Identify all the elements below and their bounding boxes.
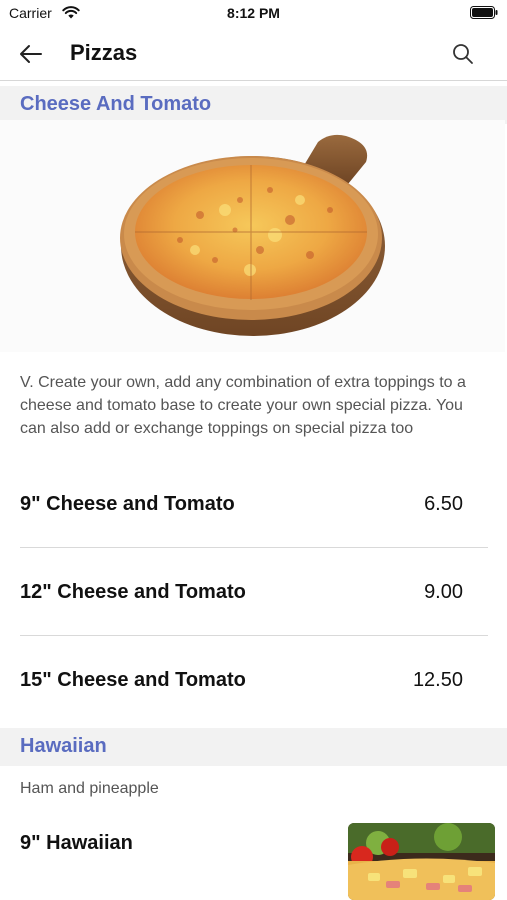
item-price: 9.00 [424,581,463,603]
page-title: Pizzas [70,40,138,65]
item-name: 9" Hawaiian [20,832,133,854]
menu-item-row[interactable]: 12" Cheese and Tomato 9.00 [20,548,488,636]
item-price: 12.50 [412,669,463,691]
search-icon [453,44,473,64]
navigation-bar: Pizzas [0,28,507,81]
section-description: V. Create your own, add any combination … [20,374,466,437]
back-button[interactable] [16,40,46,68]
status-time: 8:12 PM [227,5,280,21]
pizza-illustration [120,134,385,336]
search-button[interactable] [449,40,477,68]
battery-icon [470,6,498,19]
section-title: Hawaiian [20,735,107,757]
section-description: Ham and pineapple [20,780,159,797]
item-name: 9" Cheese and Tomato [20,493,235,515]
hawaiian-pizza-thumbnail [348,823,495,900]
item-name: 15" Cheese and Tomato [20,669,246,691]
menu-item-row[interactable]: 15" Cheese and Tomato 12.50 [20,636,488,724]
section-header-cheese-and-tomato: Cheese And Tomato [0,86,507,124]
section-header-hawaiian: Hawaiian [0,728,507,766]
status-bar: Carrier 8:12 PM [0,0,507,28]
arrow-left-icon [20,45,42,63]
cheese-pizza-photo [0,120,505,352]
hawaiian-pizza-photo [348,823,495,900]
menu-item-row[interactable]: 9" Cheese and Tomato 6.50 [20,460,488,548]
section-title: Cheese And Tomato [20,93,212,115]
item-price: 6.50 [424,493,463,515]
item-name: 12" Cheese and Tomato [20,581,246,603]
